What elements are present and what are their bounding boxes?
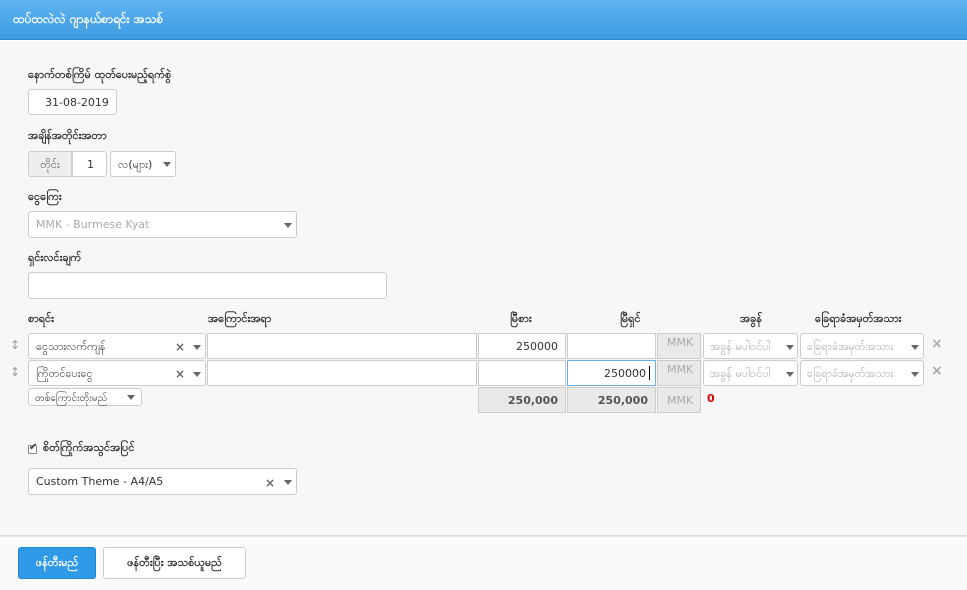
row-debit-input[interactable]: 250000 [478, 333, 566, 359]
drag-handle-icon[interactable]: ↕ [10, 365, 20, 379]
interval-prefix: တိုင်း [28, 151, 72, 177]
col-header-debit: မြီစား [510, 312, 532, 325]
row-currency-value: MMK [667, 336, 694, 349]
next-date-value: 31-08-2019 [45, 96, 109, 109]
notify-checkbox[interactable]: ✔ [28, 442, 38, 454]
chevron-down-icon [193, 372, 201, 377]
total-debit: 250,000 [478, 387, 566, 413]
chevron-down-icon [284, 223, 292, 228]
interval-number-input[interactable]: 1 [72, 151, 107, 177]
modal-footer: ဖန်တီးမည် ဖန်တီးပြီး အသစ်ယူမည် [0, 536, 967, 590]
clear-icon[interactable]: × [175, 340, 185, 354]
col-header-account: စာရင်း [28, 312, 54, 325]
interval-unit-value: လ(များ) [118, 158, 153, 171]
text-cursor [649, 366, 650, 380]
row-tag-placeholder: ခြေရာခံအမှတ်အသား [807, 340, 894, 353]
clear-icon[interactable]: × [265, 476, 275, 490]
chevron-down-icon [911, 345, 919, 350]
next-date-input[interactable]: 31-08-2019 [28, 89, 117, 115]
total-currency: MMK [657, 387, 701, 413]
interval-number-value: 1 [87, 158, 94, 171]
row-tag-select[interactable]: ခြေရာခံအမှတ်အသား [800, 360, 924, 386]
description-label: ရှင်းလင်းချက် [28, 251, 82, 264]
row-credit-input[interactable]: 250000 [567, 360, 656, 386]
remove-row-icon[interactable]: × [931, 336, 943, 352]
currency-select[interactable]: MMK - Burmese Kyat [28, 211, 297, 238]
chevron-down-icon [127, 395, 135, 400]
row-debit-value: 250000 [516, 340, 558, 353]
row-tax-placeholder: အခွန် မပါဝင်ပါ [710, 367, 771, 380]
drag-handle-icon[interactable]: ↕ [10, 338, 20, 352]
total-debit-value: 250,000 [507, 394, 558, 407]
row-tag-select[interactable]: ခြေရာခံအမှတ်အသား [800, 333, 924, 359]
chevron-down-icon [911, 372, 919, 377]
notify-label: စိတ်ကြိုက်အသွင်အပြင် [43, 441, 135, 454]
modal-title: ထပ်ထလဲလဲ ဂျာနယ်စာရင်း အသစ် [13, 12, 164, 26]
row-tax-select[interactable]: အခွန် မပါဝင်ပါ [703, 360, 798, 386]
modal-header: ထပ်ထလဲလဲ ဂျာနယ်စာရင်း အသစ် [0, 0, 967, 40]
row-detail-input[interactable] [207, 360, 477, 386]
chevron-down-icon [163, 162, 171, 167]
check-icon: ✔ [29, 442, 38, 453]
col-header-detail: အကြောင်းအရာ [208, 312, 272, 325]
row-currency: MMK [657, 333, 701, 359]
remove-row-icon[interactable]: × [931, 363, 943, 379]
total-credit: 250,000 [567, 387, 656, 413]
chevron-down-icon [193, 345, 201, 350]
row-tax-select[interactable]: အခွန် မပါဝင်ပါ [703, 333, 798, 359]
save-and-new-button[interactable]: ဖန်တီးပြီး အသစ်ယူမည် [103, 547, 246, 579]
difference-value: 0 [707, 392, 715, 405]
row-account-select[interactable]: ငွေသားလက်ကျန် × [28, 333, 206, 359]
total-credit-value: 250,000 [597, 394, 648, 407]
clear-icon[interactable]: × [175, 367, 185, 381]
chevron-down-icon [284, 480, 292, 485]
row-currency: MMK [657, 360, 701, 386]
theme-select[interactable]: Custom Theme - A4/A5 × [28, 468, 297, 495]
row-currency-value: MMK [667, 363, 694, 376]
chevron-down-icon [786, 345, 794, 350]
currency-value: MMK - Burmese Kyat [36, 218, 150, 231]
modal-body: နောက်တစ်ကြိမ် ထုတ်ပေးမည့်ရက်စွဲ 31-08-20… [0, 41, 967, 536]
row-debit-input[interactable] [478, 360, 566, 386]
add-line-button[interactable]: တစ်ကြောင်းတိုးမည် [28, 388, 142, 406]
add-line-label: တစ်ကြောင်းတိုးမည် [35, 393, 108, 404]
chevron-down-icon [786, 372, 794, 377]
row-account-select[interactable]: ကြိုတင်ပေးငွေ × [28, 360, 206, 386]
interval-unit-select[interactable]: လ(များ) [110, 151, 176, 177]
currency-label: ငွေကြေး [28, 190, 62, 203]
interval-label: အချိန်အတိုင်းအတာ [28, 129, 107, 142]
row-tag-placeholder: ခြေရာခံအမှတ်အသား [807, 367, 894, 380]
total-currency-value: MMK [667, 394, 694, 407]
row-tax-placeholder: အခွန် မပါဝင်ပါ [710, 340, 771, 353]
theme-value: Custom Theme - A4/A5 [36, 475, 164, 488]
row-detail-input[interactable] [207, 333, 477, 359]
col-header-credit: မြီရှင် [620, 312, 641, 325]
row-account-value: ငွေသားလက်ကျန် [36, 340, 106, 353]
description-input[interactable] [28, 272, 387, 299]
row-account-value: ကြိုတင်ပေးငွေ [36, 367, 93, 380]
next-date-label: နောက်တစ်ကြိမ် ထုတ်ပေးမည့်ရက်စွဲ [28, 68, 172, 81]
save-button[interactable]: ဖန်တီးမည် [18, 547, 96, 579]
col-header-tax: အခွန် [740, 312, 762, 325]
row-credit-input[interactable] [567, 333, 656, 359]
row-credit-value: 250000 [604, 367, 646, 380]
col-header-tag: ခြေရာခံအမှတ်အသား [815, 312, 902, 325]
